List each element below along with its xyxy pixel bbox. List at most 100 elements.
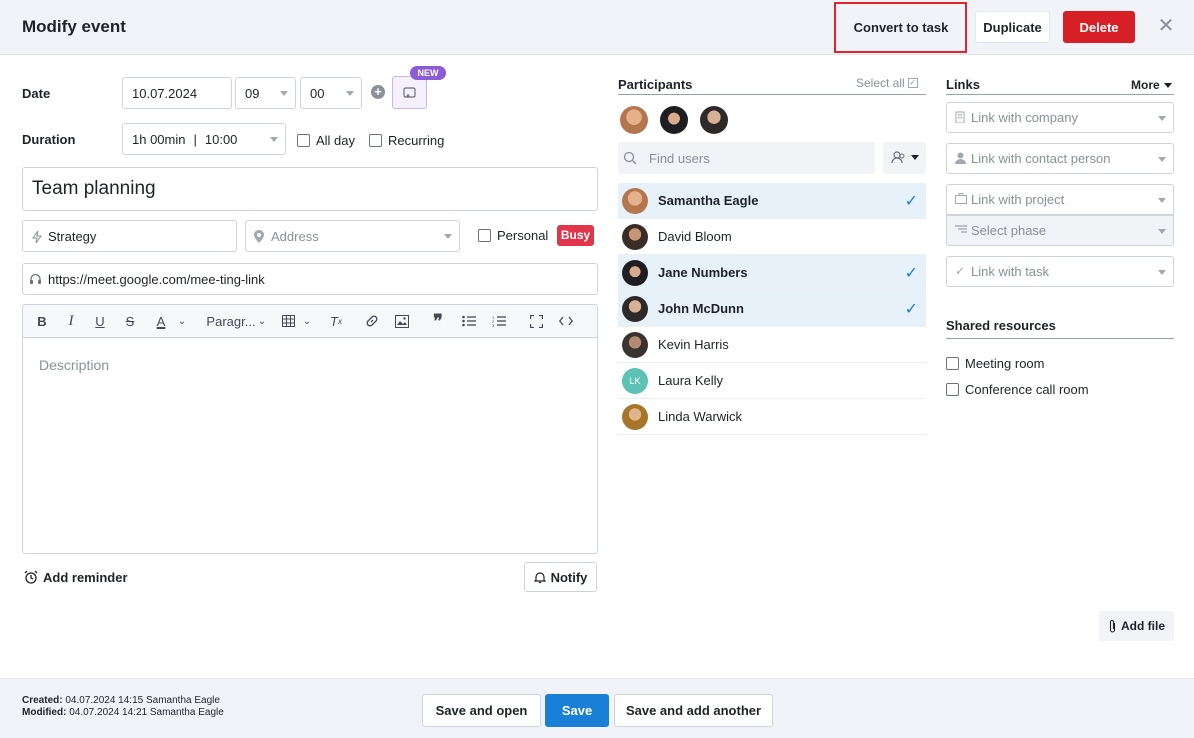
add-file-button[interactable]: Add file [1099, 611, 1174, 641]
add-time-icon[interactable]: + [371, 85, 385, 99]
text-color-icon[interactable]: A [153, 312, 169, 330]
strikethrough-icon[interactable]: S [123, 312, 137, 330]
avatar [622, 224, 648, 250]
fullscreen-icon[interactable] [528, 312, 544, 330]
add-reminder-label: Add reminder [43, 569, 128, 585]
link-contact-select[interactable]: Link with contact person [946, 143, 1174, 174]
participant-row[interactable]: John McDunn ✓ [618, 291, 926, 327]
duration-separator: | [193, 131, 197, 147]
hour-value: 09 [245, 85, 260, 101]
chevron-down-icon [1158, 197, 1166, 203]
chevron-down-icon[interactable]: ⌄ [302, 312, 312, 330]
date-input[interactable]: 10.07.2024 [122, 77, 232, 109]
meeting-room-checkbox[interactable] [946, 357, 959, 370]
bold-icon[interactable]: B [35, 312, 49, 330]
chevron-down-icon [1158, 269, 1166, 275]
image-icon[interactable] [394, 312, 410, 330]
address-input[interactable]: Address [245, 220, 460, 252]
save-button[interactable]: Save [545, 694, 609, 727]
calendar-sync-button[interactable] [392, 76, 427, 109]
all-day-checkbox[interactable] [297, 134, 310, 147]
created-label: Created: [22, 695, 63, 706]
participant-name: John McDunn [658, 301, 744, 316]
bell-icon [533, 571, 546, 583]
new-badge: NEW [410, 66, 446, 80]
minute-select[interactable]: 00 [300, 77, 362, 109]
table-icon[interactable] [281, 312, 295, 330]
chevron-down-icon[interactable]: ⌄ [177, 312, 187, 330]
chevron-down-icon [444, 234, 452, 239]
numbered-list-icon[interactable]: 123 [491, 312, 507, 330]
check-icon: ✓ [904, 265, 918, 282]
select-all-toggle[interactable]: Select all ✓ [856, 76, 918, 90]
check-icon: ✓ [904, 301, 918, 318]
link-task-select[interactable]: ✓ Link with task [946, 256, 1174, 287]
notify-button[interactable]: Notify [524, 562, 597, 592]
lightning-icon [32, 231, 42, 243]
participant-row[interactable]: LK Laura Kelly [618, 363, 926, 399]
chevron-down-icon [270, 137, 278, 142]
meeting-link-input[interactable]: https://meet.google.com/mee-ting-link [22, 263, 598, 295]
description-editor[interactable]: Description [22, 338, 598, 554]
add-reminder-button[interactable]: Add reminder [24, 568, 128, 586]
recurring-checkbox[interactable] [369, 134, 382, 147]
duplicate-button[interactable]: Duplicate [975, 11, 1050, 43]
chevron-down-icon[interactable]: ⌄ [257, 312, 267, 330]
participant-row[interactable]: Samantha Eagle ✓ [618, 183, 926, 219]
paragraph-select[interactable]: Paragr... [201, 312, 261, 330]
bullet-list-icon[interactable] [461, 312, 477, 330]
personal-checkbox[interactable] [478, 229, 491, 242]
more-menu[interactable]: More [1131, 78, 1172, 92]
participant-row[interactable]: David Bloom [618, 219, 926, 255]
svg-text:3: 3 [492, 323, 495, 327]
recurring-label: Recurring [388, 133, 445, 148]
source-code-icon[interactable] [557, 312, 575, 330]
chevron-down-icon [1158, 228, 1166, 234]
link-project-select[interactable]: Link with project [946, 184, 1174, 215]
modified-label: Modified: [22, 707, 67, 718]
hour-select[interactable]: 09 [235, 77, 296, 109]
link-company-select[interactable]: Link with company [946, 102, 1174, 133]
avatar [620, 106, 648, 134]
find-users-input[interactable]: Find users [618, 142, 875, 174]
headset-icon [30, 273, 41, 284]
avatar [622, 404, 648, 430]
conference-room-checkbox[interactable] [946, 383, 959, 396]
category-input[interactable]: Strategy [22, 220, 237, 252]
select-phase-select[interactable]: Select phase [946, 215, 1174, 246]
date-label: Date [22, 86, 51, 101]
phase-icon [955, 224, 967, 237]
participant-row[interactable]: Kevin Harris [618, 327, 926, 363]
link-icon[interactable] [364, 312, 380, 330]
chevron-down-icon [1158, 115, 1166, 121]
duration-select[interactable]: 1h 00min | 10:00 [122, 123, 286, 155]
avatar [622, 296, 648, 322]
participant-name: Laura Kelly [658, 373, 724, 388]
clear-format-icon[interactable]: Tx [328, 312, 344, 330]
participant-row[interactable]: Linda Warwick [618, 399, 926, 435]
checkmark-icon: ✓ [955, 264, 966, 278]
created-value: 04.07.2024 14:15 Samantha Eagle [65, 695, 220, 706]
save-and-open-button[interactable]: Save and open [422, 694, 541, 727]
participants-title: Participants [618, 77, 693, 92]
underline-icon[interactable]: U [93, 312, 107, 330]
quote-icon[interactable]: ❞ [431, 311, 445, 331]
chevron-down-icon [911, 155, 919, 160]
event-title-input[interactable]: Team planning [22, 167, 598, 211]
select-all-checkbox[interactable]: ✓ [907, 78, 918, 88]
person-icon [955, 152, 967, 165]
save-and-add-another-button[interactable]: Save and add another [614, 694, 773, 727]
busy-badge[interactable]: Busy [557, 225, 594, 246]
alarm-clock-icon [24, 570, 38, 584]
close-icon[interactable]: ✕ [1156, 16, 1176, 36]
modified-value: 04.07.2024 14:21 Samantha Eagle [69, 707, 224, 718]
date-value: 10.07.2024 [132, 85, 198, 101]
minute-value: 00 [310, 85, 325, 101]
event-title-value: Team planning [32, 178, 156, 199]
delete-button[interactable]: Delete [1063, 11, 1135, 43]
user-groups-button[interactable] [883, 142, 926, 174]
participant-row[interactable]: Jane Numbers ✓ [618, 255, 926, 291]
italic-icon[interactable]: I [64, 312, 78, 330]
convert-to-task-button[interactable]: Convert to task [842, 11, 960, 43]
participant-name: Linda Warwick [658, 409, 743, 424]
